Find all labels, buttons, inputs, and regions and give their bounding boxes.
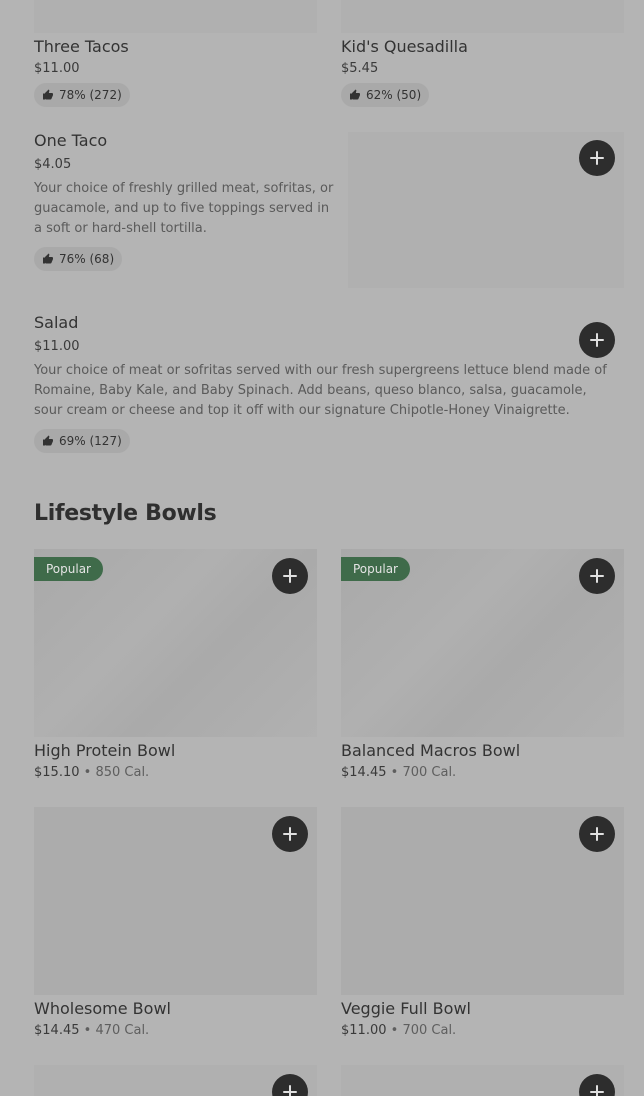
separator-dot: • (83, 1023, 92, 1038)
item-price-wholesome-bowl: $14.45 • 470 Cal. (34, 1023, 149, 1038)
rating-text: 76% (68) (59, 252, 115, 266)
price-value: $14.45 (34, 1023, 80, 1038)
item-name-salad[interactable]: Salad (34, 313, 78, 332)
price-value: $14.45 (341, 765, 387, 780)
thumbs-up-icon (43, 253, 53, 264)
thumbs-up-icon (43, 89, 53, 100)
section-title-lifestyle-bowls: Lifestyle Bowls (34, 501, 217, 526)
thumbs-up-icon (350, 89, 360, 100)
kids-quesadilla-image[interactable] (341, 0, 624, 33)
item-name-three-tacos[interactable]: Three Tacos (34, 37, 129, 56)
calorie-value: 470 Cal. (95, 1023, 150, 1038)
plus-icon (590, 1085, 604, 1096)
item-price-balanced-macros-bowl: $14.45 • 700 Cal. (341, 765, 456, 780)
plus-icon (590, 827, 604, 841)
calorie-value: 850 Cal. (95, 765, 150, 780)
item-name-high-protein-bowl[interactable]: High Protein Bowl (34, 741, 175, 760)
add-balanced-macros-bowl-button[interactable] (579, 558, 615, 594)
rating-badge-kids-quesadilla: 62% (50) (341, 83, 430, 107)
item-name-one-taco[interactable]: One Taco (34, 131, 107, 150)
rating-text: 62% (50) (366, 88, 422, 102)
rating-text: 78% (272) (59, 88, 122, 102)
item-name-veggie-full-bowl[interactable]: Veggie Full Bowl (341, 999, 471, 1018)
item-price-high-protein-bowl: $15.10 • 850 Cal. (34, 765, 149, 780)
rating-badge-salad: 69% (127) (34, 429, 130, 453)
add-veggie-full-bowl-button[interactable] (579, 816, 615, 852)
add-high-protein-bowl-button[interactable] (272, 558, 308, 594)
item-name-kids-quesadilla[interactable]: Kid's Quesadilla (341, 37, 468, 56)
separator-dot: • (83, 765, 92, 780)
rating-badge-three-tacos: 78% (272) (34, 83, 130, 107)
item-name-wholesome-bowl[interactable]: Wholesome Bowl (34, 999, 171, 1018)
separator-dot: • (390, 1023, 399, 1038)
rating-badge-one-taco: 76% (68) (34, 247, 123, 271)
separator-dot: • (390, 765, 399, 780)
item-price-salad: $11.00 (34, 339, 80, 354)
item-price-veggie-full-bowl: $11.00 • 700 Cal. (341, 1023, 456, 1038)
item-description-one-taco: Your choice of freshly grilled meat, sof… (34, 181, 334, 236)
item-description-salad: Your choice of meat or sofritas served w… (34, 363, 607, 418)
three-tacos-image[interactable] (34, 0, 317, 33)
plus-icon (283, 569, 297, 583)
add-one-taco-button[interactable] (579, 140, 615, 176)
add-wholesome-bowl-button[interactable] (272, 816, 308, 852)
popular-badge: Popular (341, 557, 410, 581)
price-value: $11.00 (341, 1023, 387, 1038)
item-price-kids-quesadilla: $5.45 (341, 61, 379, 76)
popular-badge: Popular (34, 557, 103, 581)
rating-text: 69% (127) (59, 434, 122, 448)
price-value: $15.10 (34, 765, 80, 780)
item-name-balanced-macros-bowl[interactable]: Balanced Macros Bowl (341, 741, 520, 760)
item-price-one-taco: $4.05 (34, 157, 72, 172)
add-salad-button[interactable] (579, 322, 615, 358)
calorie-value: 700 Cal. (402, 765, 457, 780)
plus-icon (590, 151, 604, 165)
calorie-value: 700 Cal. (402, 1023, 457, 1038)
plus-icon (283, 1085, 297, 1096)
item-price-three-tacos: $11.00 (34, 61, 80, 76)
plus-icon (590, 569, 604, 583)
plus-icon (283, 827, 297, 841)
plus-icon (590, 333, 604, 347)
thumbs-up-icon (43, 435, 53, 446)
